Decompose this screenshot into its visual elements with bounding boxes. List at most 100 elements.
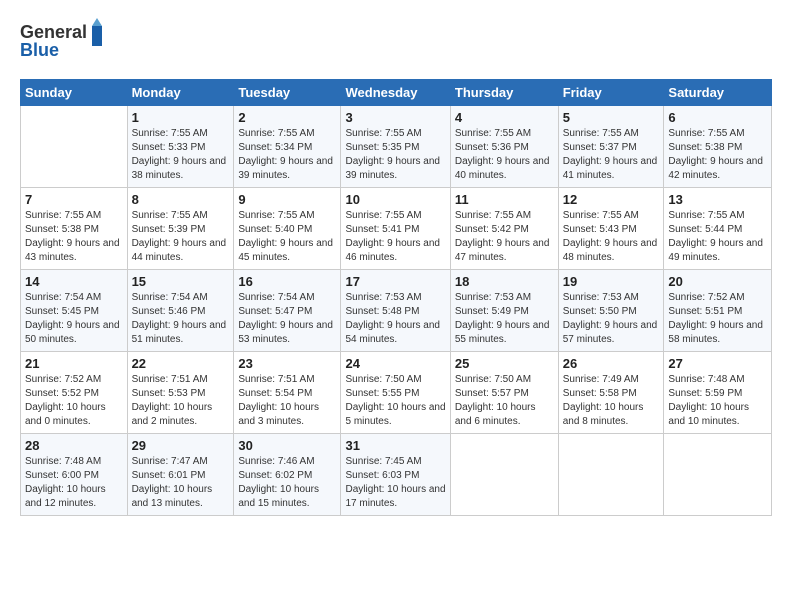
day-number: 28 bbox=[25, 438, 123, 453]
calendar-week-row: 21 Sunrise: 7:52 AMSunset: 5:52 PMDaylig… bbox=[21, 352, 772, 434]
day-number: 17 bbox=[345, 274, 445, 289]
calendar-cell: 15 Sunrise: 7:54 AMSunset: 5:46 PMDaylig… bbox=[127, 270, 234, 352]
day-info: Sunrise: 7:50 AMSunset: 5:55 PMDaylight:… bbox=[345, 373, 445, 429]
calendar-week-row: 1 Sunrise: 7:55 AMSunset: 5:33 PMDayligh… bbox=[21, 106, 772, 188]
day-info: Sunrise: 7:48 AMSunset: 5:59 PMDaylight:… bbox=[668, 373, 767, 429]
day-info: Sunrise: 7:55 AMSunset: 5:39 PMDaylight:… bbox=[132, 209, 230, 265]
day-info: Sunrise: 7:55 AMSunset: 5:37 PMDaylight:… bbox=[563, 127, 660, 183]
day-info: Sunrise: 7:55 AMSunset: 5:41 PMDaylight:… bbox=[345, 209, 445, 265]
svg-text:General: General bbox=[20, 22, 87, 42]
day-number: 18 bbox=[455, 274, 554, 289]
calendar-cell: 16 Sunrise: 7:54 AMSunset: 5:47 PMDaylig… bbox=[234, 270, 341, 352]
day-number: 1 bbox=[132, 110, 230, 125]
calendar-cell: 8 Sunrise: 7:55 AMSunset: 5:39 PMDayligh… bbox=[127, 188, 234, 270]
day-info: Sunrise: 7:55 AMSunset: 5:38 PMDaylight:… bbox=[668, 127, 767, 183]
day-info: Sunrise: 7:51 AMSunset: 5:53 PMDaylight:… bbox=[132, 373, 230, 429]
calendar-cell: 20 Sunrise: 7:52 AMSunset: 5:51 PMDaylig… bbox=[664, 270, 772, 352]
day-number: 7 bbox=[25, 192, 123, 207]
calendar-cell: 25 Sunrise: 7:50 AMSunset: 5:57 PMDaylig… bbox=[450, 352, 558, 434]
calendar-cell: 2 Sunrise: 7:55 AMSunset: 5:34 PMDayligh… bbox=[234, 106, 341, 188]
calendar-table: SundayMondayTuesdayWednesdayThursdayFrid… bbox=[20, 79, 772, 516]
day-info: Sunrise: 7:54 AMSunset: 5:46 PMDaylight:… bbox=[132, 291, 230, 347]
calendar-cell: 9 Sunrise: 7:55 AMSunset: 5:40 PMDayligh… bbox=[234, 188, 341, 270]
day-number: 29 bbox=[132, 438, 230, 453]
day-number: 2 bbox=[238, 110, 336, 125]
weekday-header: Friday bbox=[558, 80, 664, 106]
day-info: Sunrise: 7:55 AMSunset: 5:35 PMDaylight:… bbox=[345, 127, 445, 183]
calendar-cell: 31 Sunrise: 7:45 AMSunset: 6:03 PMDaylig… bbox=[341, 434, 450, 516]
day-info: Sunrise: 7:53 AMSunset: 5:49 PMDaylight:… bbox=[455, 291, 554, 347]
calendar-cell: 29 Sunrise: 7:47 AMSunset: 6:01 PMDaylig… bbox=[127, 434, 234, 516]
day-info: Sunrise: 7:50 AMSunset: 5:57 PMDaylight:… bbox=[455, 373, 554, 429]
day-info: Sunrise: 7:55 AMSunset: 5:43 PMDaylight:… bbox=[563, 209, 660, 265]
day-info: Sunrise: 7:51 AMSunset: 5:54 PMDaylight:… bbox=[238, 373, 336, 429]
weekday-header: Monday bbox=[127, 80, 234, 106]
day-number: 31 bbox=[345, 438, 445, 453]
day-number: 3 bbox=[345, 110, 445, 125]
day-info: Sunrise: 7:52 AMSunset: 5:52 PMDaylight:… bbox=[25, 373, 123, 429]
calendar-cell: 28 Sunrise: 7:48 AMSunset: 6:00 PMDaylig… bbox=[21, 434, 128, 516]
day-number: 19 bbox=[563, 274, 660, 289]
calendar-cell: 5 Sunrise: 7:55 AMSunset: 5:37 PMDayligh… bbox=[558, 106, 664, 188]
calendar-cell: 19 Sunrise: 7:53 AMSunset: 5:50 PMDaylig… bbox=[558, 270, 664, 352]
day-info: Sunrise: 7:54 AMSunset: 5:47 PMDaylight:… bbox=[238, 291, 336, 347]
calendar-cell: 23 Sunrise: 7:51 AMSunset: 5:54 PMDaylig… bbox=[234, 352, 341, 434]
calendar-week-row: 28 Sunrise: 7:48 AMSunset: 6:00 PMDaylig… bbox=[21, 434, 772, 516]
weekday-header: Tuesday bbox=[234, 80, 341, 106]
svg-text:Blue: Blue bbox=[20, 40, 59, 60]
calendar-cell bbox=[450, 434, 558, 516]
weekday-header: Wednesday bbox=[341, 80, 450, 106]
logo: General Blue bbox=[20, 18, 110, 67]
weekday-header: Thursday bbox=[450, 80, 558, 106]
page-container: General Blue SundayMondayTuesdayWednesda… bbox=[0, 0, 792, 526]
day-info: Sunrise: 7:55 AMSunset: 5:44 PMDaylight:… bbox=[668, 209, 767, 265]
day-number: 13 bbox=[668, 192, 767, 207]
page-header: General Blue bbox=[20, 18, 772, 67]
calendar-cell: 7 Sunrise: 7:55 AMSunset: 5:38 PMDayligh… bbox=[21, 188, 128, 270]
day-info: Sunrise: 7:55 AMSunset: 5:38 PMDaylight:… bbox=[25, 209, 123, 265]
calendar-cell: 3 Sunrise: 7:55 AMSunset: 5:35 PMDayligh… bbox=[341, 106, 450, 188]
day-info: Sunrise: 7:53 AMSunset: 5:50 PMDaylight:… bbox=[563, 291, 660, 347]
day-info: Sunrise: 7:48 AMSunset: 6:00 PMDaylight:… bbox=[25, 455, 123, 511]
calendar-cell bbox=[558, 434, 664, 516]
calendar-cell bbox=[664, 434, 772, 516]
calendar-cell: 22 Sunrise: 7:51 AMSunset: 5:53 PMDaylig… bbox=[127, 352, 234, 434]
day-number: 8 bbox=[132, 192, 230, 207]
day-number: 16 bbox=[238, 274, 336, 289]
day-number: 10 bbox=[345, 192, 445, 207]
calendar-week-row: 14 Sunrise: 7:54 AMSunset: 5:45 PMDaylig… bbox=[21, 270, 772, 352]
calendar-cell bbox=[21, 106, 128, 188]
calendar-cell: 13 Sunrise: 7:55 AMSunset: 5:44 PMDaylig… bbox=[664, 188, 772, 270]
day-info: Sunrise: 7:46 AMSunset: 6:02 PMDaylight:… bbox=[238, 455, 336, 511]
day-number: 6 bbox=[668, 110, 767, 125]
day-number: 15 bbox=[132, 274, 230, 289]
day-number: 4 bbox=[455, 110, 554, 125]
calendar-cell: 24 Sunrise: 7:50 AMSunset: 5:55 PMDaylig… bbox=[341, 352, 450, 434]
day-number: 27 bbox=[668, 356, 767, 371]
day-info: Sunrise: 7:55 AMSunset: 5:42 PMDaylight:… bbox=[455, 209, 554, 265]
day-number: 26 bbox=[563, 356, 660, 371]
calendar-cell: 6 Sunrise: 7:55 AMSunset: 5:38 PMDayligh… bbox=[664, 106, 772, 188]
day-number: 9 bbox=[238, 192, 336, 207]
day-info: Sunrise: 7:45 AMSunset: 6:03 PMDaylight:… bbox=[345, 455, 445, 511]
calendar-cell: 18 Sunrise: 7:53 AMSunset: 5:49 PMDaylig… bbox=[450, 270, 558, 352]
day-number: 14 bbox=[25, 274, 123, 289]
day-number: 25 bbox=[455, 356, 554, 371]
day-number: 30 bbox=[238, 438, 336, 453]
logo-icon: General Blue bbox=[20, 18, 110, 62]
day-info: Sunrise: 7:55 AMSunset: 5:36 PMDaylight:… bbox=[455, 127, 554, 183]
calendar-week-row: 7 Sunrise: 7:55 AMSunset: 5:38 PMDayligh… bbox=[21, 188, 772, 270]
day-number: 5 bbox=[563, 110, 660, 125]
calendar-cell: 21 Sunrise: 7:52 AMSunset: 5:52 PMDaylig… bbox=[21, 352, 128, 434]
weekday-header-row: SundayMondayTuesdayWednesdayThursdayFrid… bbox=[21, 80, 772, 106]
day-info: Sunrise: 7:54 AMSunset: 5:45 PMDaylight:… bbox=[25, 291, 123, 347]
weekday-header: Saturday bbox=[664, 80, 772, 106]
day-number: 23 bbox=[238, 356, 336, 371]
day-number: 11 bbox=[455, 192, 554, 207]
day-number: 20 bbox=[668, 274, 767, 289]
weekday-header: Sunday bbox=[21, 80, 128, 106]
day-number: 21 bbox=[25, 356, 123, 371]
day-info: Sunrise: 7:55 AMSunset: 5:34 PMDaylight:… bbox=[238, 127, 336, 183]
day-info: Sunrise: 7:55 AMSunset: 5:40 PMDaylight:… bbox=[238, 209, 336, 265]
calendar-cell: 1 Sunrise: 7:55 AMSunset: 5:33 PMDayligh… bbox=[127, 106, 234, 188]
